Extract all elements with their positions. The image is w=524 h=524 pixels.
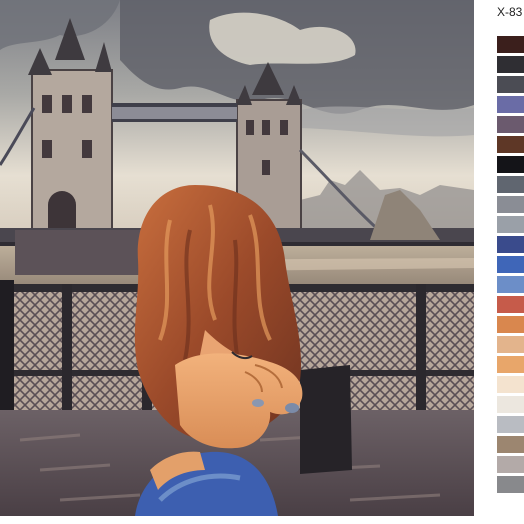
palette-swatch [497, 36, 524, 53]
product-code-label: X-83 [497, 5, 523, 19]
palette-swatch [497, 136, 524, 153]
palette-swatch [497, 416, 524, 433]
palette-swatch [497, 376, 524, 393]
palette-swatch [497, 156, 524, 173]
palette-swatch [497, 76, 524, 93]
palette-swatch [497, 276, 524, 293]
palette-swatch [497, 96, 524, 113]
palette-swatch [497, 56, 524, 73]
palette-swatch [497, 356, 524, 373]
color-palette [497, 36, 524, 496]
palette-swatch [497, 176, 524, 193]
palette-swatch [497, 396, 524, 413]
bin [300, 365, 352, 474]
palette-swatch [497, 436, 524, 453]
palette-swatch [497, 236, 524, 253]
artwork-image [0, 0, 474, 516]
palette-swatch [497, 216, 524, 233]
palette-swatch [497, 456, 524, 473]
pier [15, 230, 145, 275]
palette-swatch [497, 196, 524, 213]
palette-swatch [497, 476, 524, 493]
palette-swatch [497, 256, 524, 273]
palette-swatch [497, 296, 524, 313]
palette-swatch [497, 116, 524, 133]
palette-swatch [497, 316, 524, 333]
palette-swatch [497, 336, 524, 353]
